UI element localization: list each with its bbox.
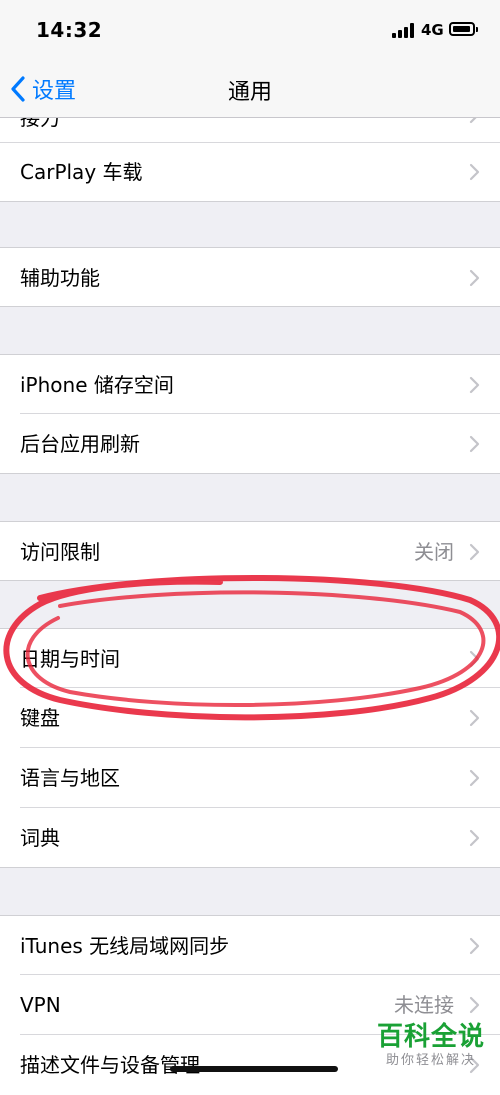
- settings-row-label: 词典: [20, 826, 60, 850]
- network-type: 4G: [421, 21, 444, 39]
- settings-row-keyboard[interactable]: 键盘: [0, 688, 500, 748]
- chevron-right-icon: [469, 435, 480, 453]
- settings-row-date-time[interactable]: 日期与时间: [0, 628, 500, 688]
- settings-row-itunes-wifi-sync[interactable]: iTunes 无线局域网同步: [0, 915, 500, 975]
- settings-row-background-refresh[interactable]: 后台应用刷新: [0, 414, 500, 474]
- chevron-right-icon: [469, 118, 480, 124]
- settings-row-label: 键盘: [20, 706, 60, 730]
- settings-row-label: iPhone 储存空间: [20, 373, 174, 397]
- chevron-right-icon: [469, 376, 480, 394]
- settings-row-label: CarPlay 车载: [20, 160, 143, 184]
- settings-row-restrictions[interactable]: 访问限制 关闭: [0, 521, 500, 581]
- cellular-signal-icon: [392, 22, 418, 38]
- settings-row-value: 关闭: [414, 540, 454, 564]
- chevron-right-icon: [469, 163, 480, 181]
- settings-row-carplay[interactable]: CarPlay 车载: [0, 142, 500, 202]
- watermark-subtitle: 助你轻松解决: [385, 1053, 476, 1068]
- chevron-right-icon: [469, 543, 480, 561]
- watermark-title: 百科全说: [376, 1022, 485, 1052]
- navigation-bar: 设置 通用: [0, 60, 500, 118]
- chevron-right-icon: [469, 269, 480, 287]
- chevron-right-icon: [469, 650, 480, 668]
- status-bar: 14:32 4G: [0, 0, 500, 60]
- settings-row-label: iTunes 无线局域网同步: [20, 934, 230, 958]
- settings-row-label: 辅助功能: [20, 266, 100, 290]
- chevron-right-icon: [469, 937, 480, 955]
- watermark-logo: 百科全说 助你轻松解决: [372, 1022, 490, 1070]
- page-title: 通用: [227, 80, 272, 105]
- settings-row-iphone-storage[interactable]: iPhone 储存空间: [0, 354, 500, 414]
- chevron-right-icon: [469, 996, 480, 1014]
- settings-row-dictionary[interactable]: 词典: [0, 808, 500, 868]
- settings-row-label: 语言与地区: [20, 766, 120, 790]
- settings-row-label: 描述文件与设备管理: [20, 1053, 200, 1077]
- chevron-right-icon: [469, 709, 480, 727]
- chevron-right-icon: [469, 829, 480, 847]
- settings-row-accessibility[interactable]: 辅助功能: [0, 247, 500, 307]
- settings-row-label: 日期与时间: [20, 647, 120, 671]
- chevron-right-icon: [469, 769, 480, 787]
- settings-row-handoff[interactable]: 接力: [0, 118, 500, 142]
- settings-row-language-region[interactable]: 语言与地区: [0, 748, 500, 808]
- home-indicator[interactable]: [170, 1066, 338, 1072]
- battery-icon: [449, 22, 478, 36]
- status-time: 14:32: [36, 18, 103, 42]
- settings-row-label: 后台应用刷新: [20, 432, 140, 456]
- settings-row-label: 访问限制: [20, 540, 100, 564]
- settings-row-label: 接力: [20, 118, 60, 130]
- settings-row-label: VPN: [20, 993, 61, 1017]
